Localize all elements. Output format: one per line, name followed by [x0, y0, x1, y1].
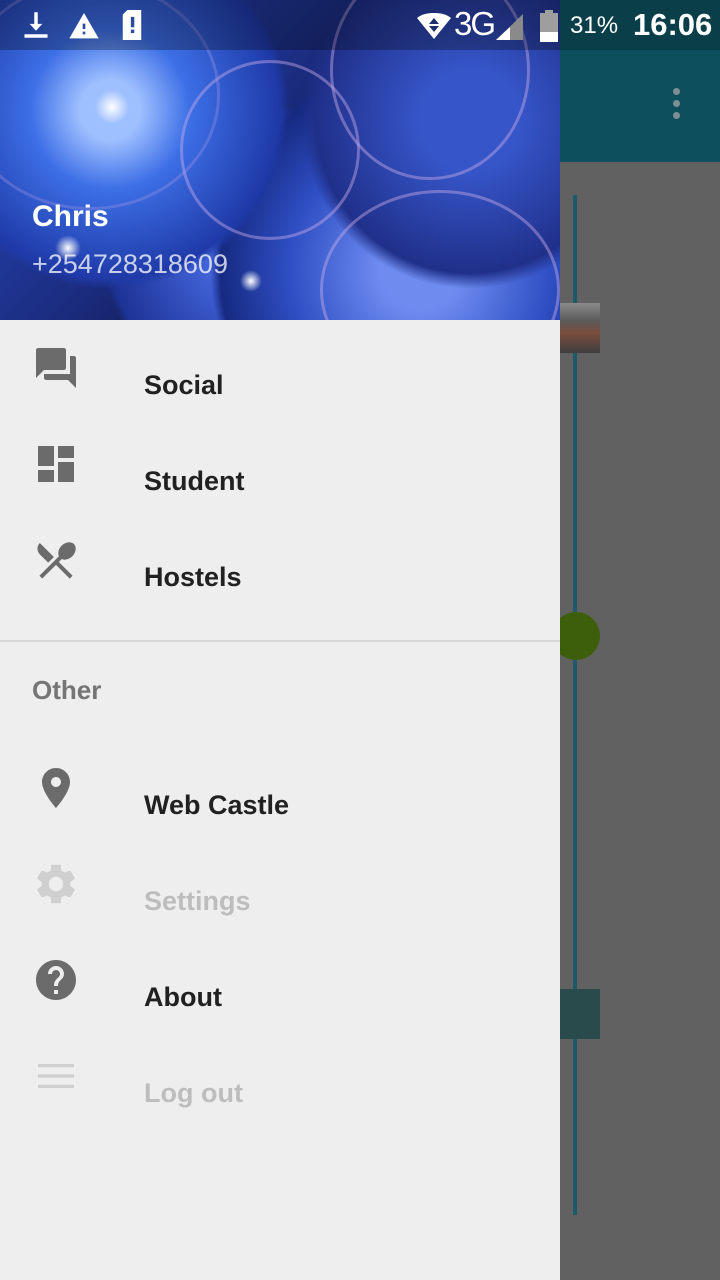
forum-icon	[36, 348, 76, 388]
menu-item-about[interactable]: About	[0, 932, 560, 1028]
secondary-menu: Web Castle Settings About Log out	[0, 740, 560, 1124]
network-type: 3G	[454, 5, 496, 42]
navigation-drawer: Chris +254728318609 Social Student Hoste…	[0, 0, 560, 1280]
header-highlight	[95, 90, 129, 124]
sim-alert-icon	[122, 10, 142, 40]
dashboard-icon	[38, 446, 74, 482]
status-bar: 3G 31% 16:06	[0, 0, 720, 50]
content-block	[560, 989, 600, 1039]
warning-icon	[69, 13, 99, 39]
help-icon	[36, 960, 76, 1000]
battery-percent: 31%	[570, 12, 619, 39]
user-phone: +254728318609	[32, 249, 228, 279]
primary-menu: Social Student Hostels	[0, 320, 560, 608]
header-bubble	[320, 190, 560, 320]
battery-icon	[540, 10, 558, 42]
gear-icon	[37, 864, 75, 904]
content-thumbnail	[560, 303, 600, 353]
menu-item-label: About	[144, 982, 222, 1012]
menu-item-settings[interactable]: Settings	[0, 836, 560, 932]
menu-item-student[interactable]: Student	[0, 416, 560, 512]
menu-divider	[0, 640, 560, 642]
header-highlight	[240, 270, 262, 292]
menu-item-social[interactable]: Social	[0, 320, 560, 416]
menu-lines-icon	[38, 1064, 74, 1088]
section-header-other: Other	[32, 675, 102, 705]
restaurant-icon	[37, 542, 76, 579]
wifi-icon	[417, 13, 451, 39]
download-icon	[24, 12, 48, 38]
menu-item-log-out[interactable]: Log out	[0, 1028, 560, 1124]
location-pin-icon	[42, 768, 70, 808]
menu-item-label: Hostels	[144, 562, 242, 592]
signal-icon	[496, 14, 523, 40]
menu-item-label: Social	[144, 370, 224, 400]
menu-item-label: Web Castle	[144, 790, 290, 820]
menu-item-label: Student	[144, 466, 245, 496]
user-name: Chris	[32, 200, 109, 233]
clock: 16:06	[633, 7, 713, 42]
overflow-menu-icon[interactable]	[664, 86, 688, 126]
menu-item-web-castle[interactable]: Web Castle	[0, 740, 560, 836]
menu-item-label: Settings	[144, 886, 251, 916]
menu-item-hostels[interactable]: Hostels	[0, 512, 560, 608]
menu-item-label: Log out	[144, 1078, 243, 1108]
